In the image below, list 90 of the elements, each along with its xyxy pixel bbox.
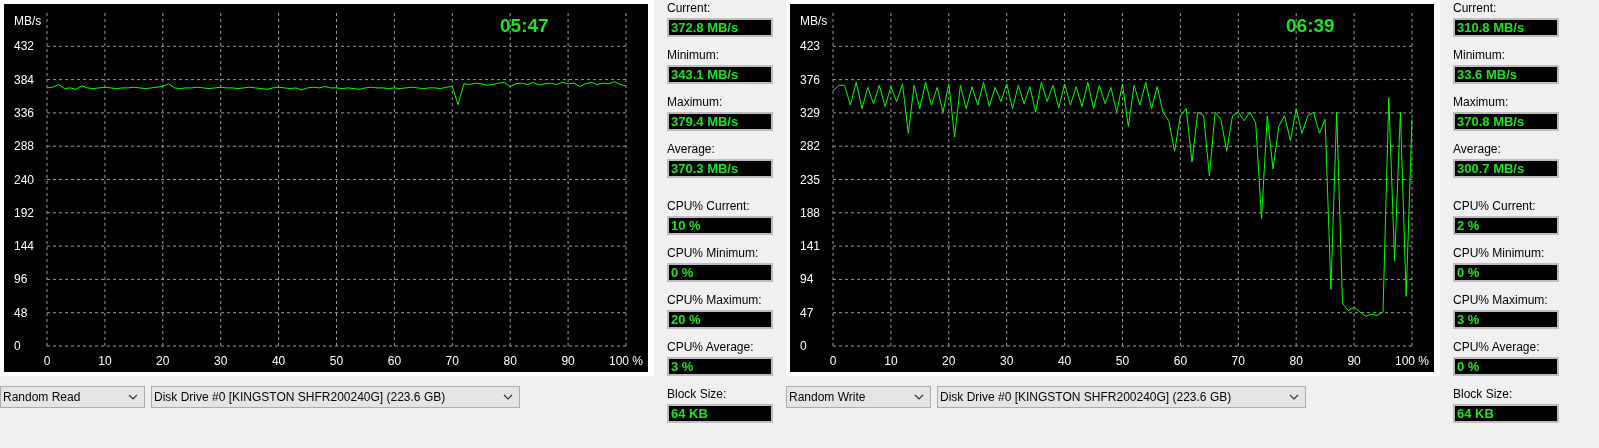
- x-tick-label: 40: [1057, 354, 1072, 368]
- stat-label: CPU% Minimum:: [667, 245, 760, 260]
- y-tick-label: 240: [14, 172, 35, 187]
- y-tick-label: 188: [800, 205, 821, 220]
- stat-label: Average:: [667, 141, 716, 156]
- y-tick-label: 192: [14, 205, 35, 220]
- unit-label: MB/s: [800, 14, 828, 28]
- x-tick-label: 0: [829, 354, 837, 368]
- stat-label: Average:: [1453, 141, 1502, 156]
- x-tick-label: 30: [214, 354, 228, 368]
- y-tick-label: 336: [14, 105, 35, 120]
- x-tick-label: 40: [271, 354, 286, 368]
- y-tick-label: 0: [14, 339, 21, 353]
- x-tick-label: 70: [445, 354, 459, 368]
- x-tick-label: 20: [156, 354, 170, 368]
- y-tick-label: 384: [14, 72, 35, 87]
- y-tick-label: 0: [800, 339, 807, 353]
- stat-label: CPU% Current:: [667, 198, 751, 213]
- stat-field: 3 %: [667, 357, 773, 376]
- stat-field: 379.4 MB/s: [667, 112, 773, 131]
- x-tick-label: 20: [942, 354, 956, 368]
- y-tick-label: 141: [800, 239, 821, 254]
- stat-label: CPU% Maximum:: [667, 292, 763, 307]
- stat-field: 0 %: [1453, 263, 1559, 282]
- stat-field: 372.8 MB/s: [667, 18, 773, 37]
- stat-field: 0 %: [1453, 357, 1559, 376]
- stat-field: 310.8 MB/s: [1453, 18, 1559, 37]
- y-tick-label: 96: [14, 272, 28, 287]
- x-tick-label: 100 %: [609, 354, 643, 368]
- stat-field: 0 %: [667, 263, 773, 282]
- dropdown[interactable]: Disk Drive #0 [KINGSTON SHFR200240G] (223.6 GB): [937, 386, 1306, 408]
- stat-field: 10 %: [667, 216, 773, 235]
- y-tick-label: 432: [14, 39, 35, 54]
- y-tick-label: 423: [800, 39, 821, 54]
- y-tick-label: 94: [800, 272, 814, 287]
- stat-label: CPU% Minimum:: [1453, 245, 1546, 260]
- stat-field: 2 %: [1453, 216, 1559, 235]
- x-tick-label: 0: [43, 354, 51, 368]
- elapsed-time: 06:39: [1286, 15, 1335, 37]
- x-tick-label: 80: [1289, 354, 1303, 368]
- y-tick-label: 47: [800, 305, 814, 320]
- dropdown[interactable]: Disk Drive #0 [KINGSTON SHFR200240G] (223.6 GB): [151, 386, 520, 408]
- x-tick-label: 60: [1173, 354, 1188, 368]
- stat-label: CPU% Current:: [1453, 198, 1537, 213]
- chevron-down-icon: [1289, 394, 1299, 400]
- dropdown[interactable]: Random Read: [0, 386, 145, 408]
- y-tick-label: 288: [14, 139, 35, 154]
- stat-label: CPU% Average:: [667, 339, 755, 354]
- x-tick-label: 100 %: [1395, 354, 1429, 368]
- x-tick-label: 50: [329, 354, 344, 368]
- stat-field: 33.6 MB/s: [1453, 65, 1559, 84]
- stat-field: 64 KB: [667, 404, 773, 423]
- stat-label: CPU% Maximum:: [1453, 292, 1549, 307]
- stat-field: 370.3 MB/s: [667, 159, 773, 178]
- y-tick-label: 48: [14, 305, 28, 320]
- stat-label: Block Size:: [667, 386, 728, 401]
- y-tick-label: 376: [800, 72, 821, 87]
- y-tick-label: 144: [14, 239, 35, 254]
- x-tick-label: 50: [1115, 354, 1130, 368]
- stat-label: CPU% Average:: [1453, 339, 1541, 354]
- chevron-down-icon: [914, 394, 924, 400]
- stat-field: 20 %: [667, 310, 773, 329]
- x-tick-label: 10: [98, 354, 112, 368]
- stat-label: Current:: [1453, 0, 1498, 15]
- stat-label: Minimum:: [667, 47, 720, 62]
- x-tick-label: 30: [1000, 354, 1014, 368]
- elapsed-time: 05:47: [500, 15, 549, 37]
- unit-label: MB/s: [14, 14, 42, 28]
- stat-field: 343.1 MB/s: [667, 65, 773, 84]
- dropdown[interactable]: Random Write: [786, 386, 931, 408]
- stat-field: 370.8 MB/s: [1453, 112, 1559, 131]
- stat-field: 64 KB: [1453, 404, 1559, 423]
- chevron-down-icon: [503, 394, 513, 400]
- y-tick-label: 329: [800, 105, 821, 120]
- y-tick-label: 282: [800, 139, 821, 154]
- x-tick-label: 60: [387, 354, 402, 368]
- stat-field: 300.7 MB/s: [1453, 159, 1559, 178]
- stat-label: Block Size:: [1453, 386, 1514, 401]
- stat-label: Minimum:: [1453, 47, 1506, 62]
- x-tick-label: 90: [561, 354, 575, 368]
- stat-field: 3 %: [1453, 310, 1559, 329]
- x-tick-label: 10: [884, 354, 898, 368]
- stat-label: Current:: [667, 0, 712, 15]
- x-tick-label: 70: [1231, 354, 1245, 368]
- x-tick-label: 90: [1347, 354, 1361, 368]
- chevron-down-icon: [128, 394, 138, 400]
- stat-label: Maximum:: [667, 94, 724, 109]
- x-tick-label: 80: [503, 354, 517, 368]
- stat-label: Maximum:: [1453, 94, 1510, 109]
- y-tick-label: 235: [800, 172, 821, 187]
